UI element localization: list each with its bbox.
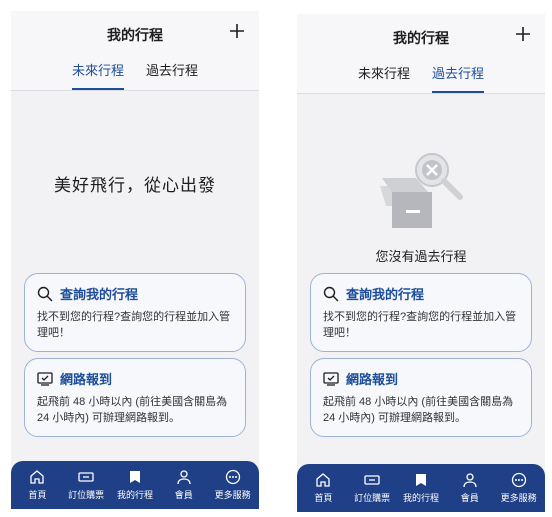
- nav-label: 會員: [174, 490, 193, 500]
- nav-home[interactable]: 首頁: [303, 472, 343, 504]
- tab-bar: 未來行程 過去行程: [11, 60, 259, 90]
- home-icon: [30, 470, 45, 484]
- ticket-icon: [78, 472, 94, 482]
- monitor-check-icon: [323, 371, 339, 386]
- nav-label: 我的行程: [116, 490, 153, 500]
- nav-member[interactable]: 會員: [450, 472, 490, 504]
- search-trip-card[interactable]: 查詢我的行程 找不到您的行程?查詢您的行程並加入管理吧！: [310, 273, 532, 352]
- home-icon: [316, 473, 331, 487]
- search-icon: [323, 286, 339, 301]
- online-checkin-card[interactable]: 網路報到 起飛前 48 小時以內 (前往美國含關島為 24 小時內) 可辦理網路…: [24, 358, 246, 437]
- more-icon: [225, 469, 240, 485]
- tab-past-trips[interactable]: 過去行程: [146, 60, 198, 89]
- nav-label: 更多服務: [500, 493, 537, 503]
- card-description: 起飛前 48 小時以內 (前往美國含關島為 24 小時內) 可辦理網路報到。: [323, 396, 514, 424]
- bookmark-icon: [415, 474, 426, 486]
- nav-my-trips[interactable]: 我的行程: [115, 469, 155, 501]
- card-title: 查詢我的行程: [346, 287, 425, 302]
- user-icon: [177, 470, 191, 485]
- screen-past-trips: 我的行程 未來行程 過去行程 您沒有過去行程 查詢我的行程 找不到您的行程?查詢…: [297, 14, 545, 512]
- empty-state-message: 您沒有過去行程: [375, 249, 467, 264]
- nav-more[interactable]: 更多服務: [213, 469, 253, 501]
- add-icon[interactable]: [229, 23, 245, 39]
- tab-bar: 未來行程 過去行程: [297, 63, 545, 93]
- online-checkin-card[interactable]: 網路報到 起飛前 48 小時以內 (前往美國含關島為 24 小時內) 可辦理網路…: [310, 358, 532, 437]
- user-icon: [463, 473, 477, 488]
- card-title: 網路報到: [346, 372, 399, 387]
- more-icon: [511, 472, 526, 488]
- empty-box-search-icon: [380, 153, 463, 228]
- ticket-icon: [364, 475, 380, 485]
- nav-label: 會員: [460, 493, 479, 503]
- nav-home[interactable]: 首頁: [17, 469, 57, 501]
- hero-slogan: 美好飛行，從心出發: [54, 176, 216, 195]
- card-title: 網路報到: [60, 372, 113, 387]
- screen-future-trips: 我的行程 未來行程 過去行程 美好飛行，從心出發 查詢我的行程 找不到您的行程?…: [11, 11, 259, 509]
- card-description: 找不到您的行程?查詢您的行程並加入管理吧！: [323, 311, 517, 339]
- monitor-check-icon: [37, 371, 53, 386]
- nav-my-trips[interactable]: 我的行程: [401, 472, 441, 504]
- tab-future-trips[interactable]: 未來行程: [71, 60, 125, 90]
- header: 我的行程 未來行程 過去行程: [297, 14, 545, 94]
- card-title: 查詢我的行程: [60, 287, 139, 302]
- add-icon[interactable]: [515, 26, 531, 42]
- tab-future-trips[interactable]: 未來行程: [358, 63, 410, 92]
- nav-label: 訂位購票: [68, 490, 105, 500]
- nav-label: 我的行程: [402, 493, 439, 503]
- search-trip-card[interactable]: 查詢我的行程 找不到您的行程?查詢您的行程並加入管理吧！: [24, 273, 246, 352]
- page-title: 我的行程: [107, 27, 163, 43]
- nav-more[interactable]: 更多服務: [499, 472, 539, 504]
- nav-member[interactable]: 會員: [164, 469, 204, 501]
- card-description: 起飛前 48 小時以內 (前往美國含關島為 24 小時內) 可辦理網路報到。: [37, 396, 228, 424]
- nav-label: 首頁: [314, 493, 333, 503]
- nav-booking[interactable]: 訂位購票: [352, 472, 392, 504]
- nav-label: 訂位購票: [354, 493, 391, 503]
- bottom-nav: 首頁 訂位購票 我的行程 會員 更多服務: [297, 464, 545, 512]
- tab-past-trips[interactable]: 過去行程: [432, 63, 485, 93]
- bottom-nav: 首頁 訂位購票 我的行程 會員 更多服務: [11, 461, 259, 509]
- page-title: 我的行程: [393, 30, 449, 46]
- nav-label: 首頁: [28, 490, 47, 500]
- search-icon: [37, 286, 53, 301]
- nav-label: 更多服務: [214, 490, 251, 500]
- nav-booking[interactable]: 訂位購票: [66, 469, 106, 501]
- header: 我的行程 未來行程 過去行程: [11, 11, 259, 91]
- card-description: 找不到您的行程?查詢您的行程並加入管理吧！: [37, 311, 231, 339]
- bookmark-icon: [129, 471, 140, 483]
